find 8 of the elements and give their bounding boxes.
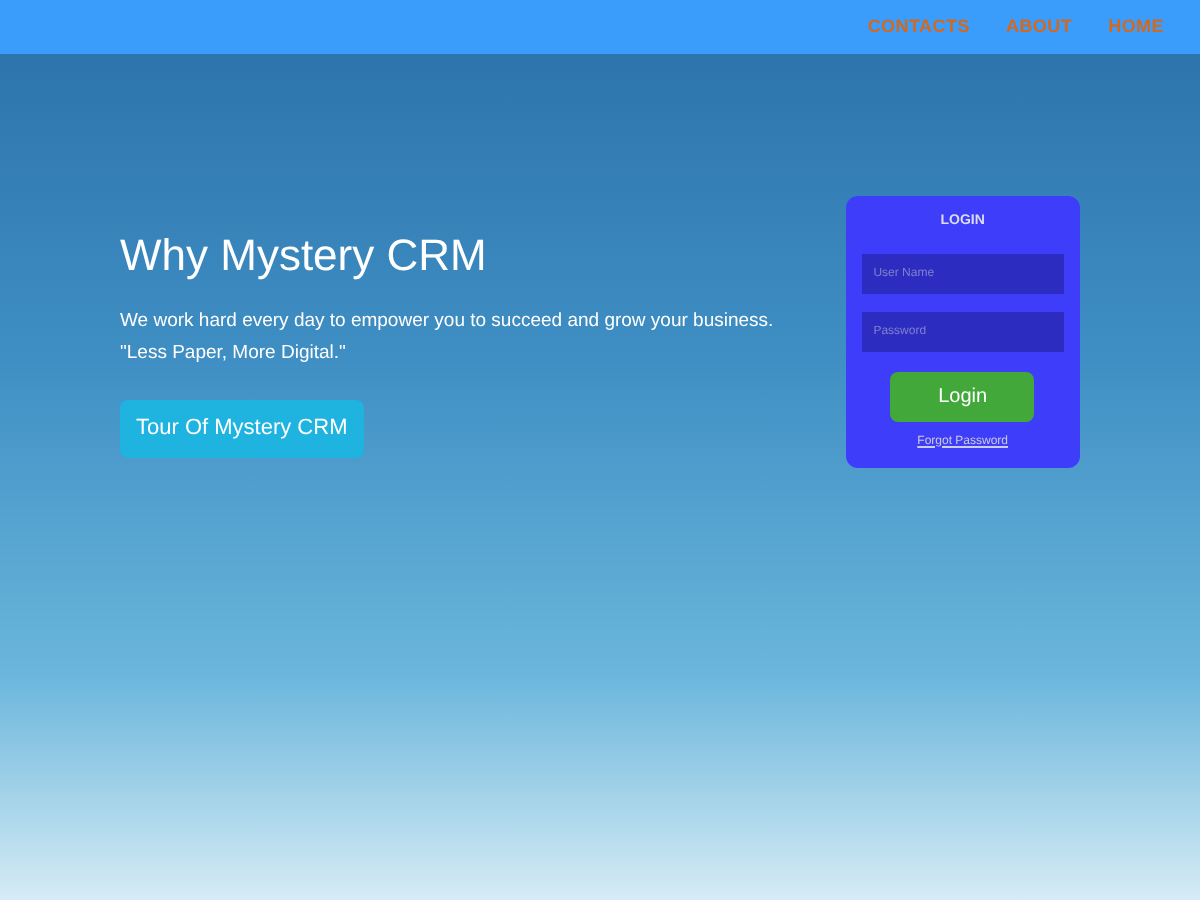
nav-link[interactable]: CONTACTS	[867, 13, 970, 41]
hero-text: "Less Paper, More Digital."	[120, 339, 348, 368]
nav-link[interactable]: ABOUT	[1005, 13, 1073, 41]
tour-button[interactable]: Tour Of Mystery CRM	[120, 400, 364, 457]
hero-text: We work hard every day to empower you to succeed and grow your business.	[120, 307, 774, 335]
login-button[interactable]: Login	[890, 371, 1035, 421]
hero-title: Why Mystery CRM	[120, 228, 489, 283]
nav-link[interactable]: HOME	[1108, 13, 1164, 41]
